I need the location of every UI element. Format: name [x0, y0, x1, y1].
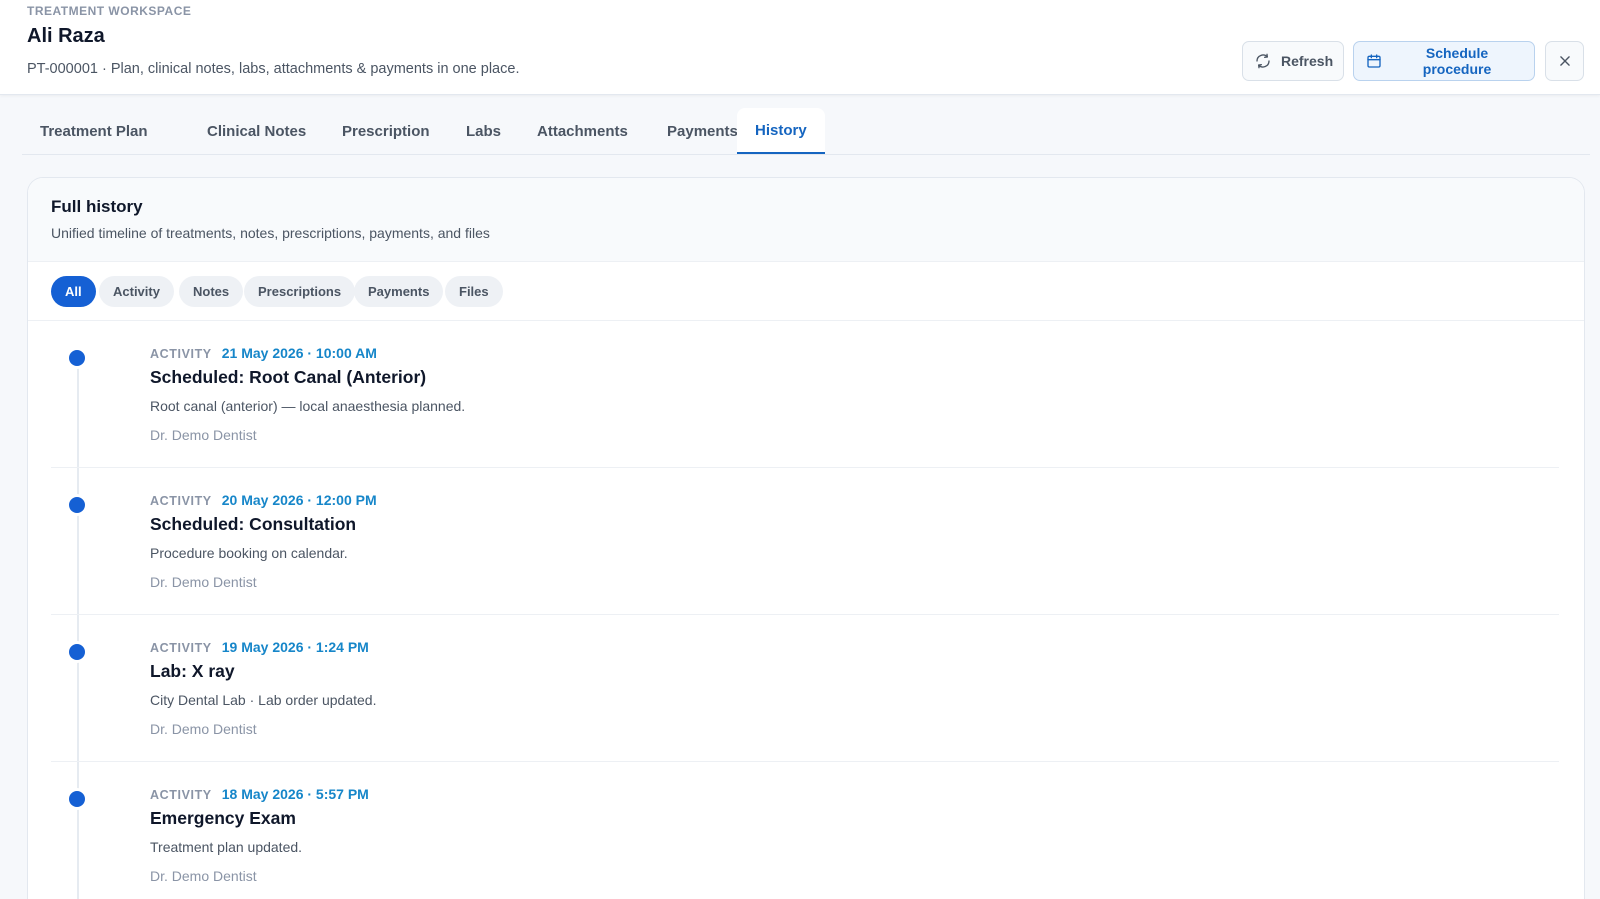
- schedule-procedure-button[interactable]: Schedule procedure: [1353, 41, 1535, 81]
- history-card-header: Full history Unified timeline of treatme…: [28, 178, 1584, 262]
- entry-kind: ACTIVITY: [150, 347, 212, 361]
- entry-timestamp: 21 May 2026 · 10:00 AM: [221, 345, 377, 361]
- filter-chip-notes[interactable]: Notes: [179, 276, 244, 307]
- refresh-icon: [1255, 53, 1271, 69]
- entry-kind: ACTIVITY: [150, 641, 212, 655]
- filter-chip-payments[interactable]: Payments: [354, 276, 444, 307]
- treatment-workspace-page: TREATMENT WORKSPACE Ali Raza PT-000001 ·…: [0, 0, 1600, 899]
- tab-prescription[interactable]: Prescription: [324, 108, 448, 154]
- entry-timestamp: 18 May 2026 · 5:57 PM: [221, 786, 369, 802]
- tab-treatment-plan[interactable]: Treatment Plan: [22, 108, 166, 154]
- entry-description: City Dental Lab · Lab order updated.: [150, 692, 377, 708]
- entry-author: Dr. Demo Dentist: [150, 868, 257, 884]
- timeline-entry[interactable]: ACTIVITY 18 May 2026 · 5:57 PM Emergency…: [51, 762, 1559, 899]
- entry-meta: ACTIVITY 21 May 2026 · 10:00 AM: [150, 345, 377, 361]
- history-timeline: ACTIVITY 21 May 2026 · 10:00 AM Schedule…: [28, 321, 1584, 899]
- entry-author: Dr. Demo Dentist: [150, 574, 257, 590]
- refresh-button[interactable]: Refresh: [1242, 41, 1344, 81]
- filter-chip-files[interactable]: Files: [445, 276, 503, 307]
- entry-meta: ACTIVITY 18 May 2026 · 5:57 PM: [150, 786, 369, 802]
- entry-kind: ACTIVITY: [150, 788, 212, 802]
- history-card: Full history Unified timeline of treatme…: [27, 177, 1585, 899]
- timeline-entry[interactable]: ACTIVITY 20 May 2026 · 12:00 PM Schedule…: [51, 468, 1559, 615]
- entry-title: Scheduled: Root Canal (Anterior): [150, 367, 427, 387]
- entry-description: Root canal (anterior) — local anaesthesi…: [150, 398, 466, 414]
- timeline-entry[interactable]: ACTIVITY 19 May 2026 · 1:24 PM Lab: X ra…: [51, 615, 1559, 762]
- timeline-dot: [69, 791, 85, 807]
- close-icon: [1558, 54, 1572, 68]
- tab-labs[interactable]: Labs: [448, 108, 519, 154]
- workspace-eyebrow: TREATMENT WORKSPACE: [27, 4, 192, 18]
- tab-clinical-notes[interactable]: Clinical Notes: [189, 108, 324, 154]
- filter-chip-all[interactable]: All: [51, 276, 96, 307]
- entry-description: Treatment plan updated.: [150, 839, 303, 855]
- entry-timestamp: 20 May 2026 · 12:00 PM: [221, 492, 377, 508]
- filter-chip-prescriptions[interactable]: Prescriptions: [244, 276, 356, 307]
- entry-description: Procedure booking on calendar.: [150, 545, 348, 561]
- entry-meta: ACTIVITY 19 May 2026 · 1:24 PM: [150, 639, 369, 655]
- timeline-dot: [69, 644, 85, 660]
- timeline-entry[interactable]: ACTIVITY 21 May 2026 · 10:00 AM Schedule…: [51, 321, 1559, 468]
- calendar-icon: [1366, 53, 1382, 69]
- schedule-procedure-label: Schedule procedure: [1422, 45, 1492, 77]
- entry-title: Lab: X ray: [150, 661, 235, 681]
- entry-author: Dr. Demo Dentist: [150, 721, 257, 737]
- entry-kind: ACTIVITY: [150, 494, 212, 508]
- timeline-dot: [69, 497, 85, 513]
- patient-subtitle: PT-000001 · Plan, clinical notes, labs, …: [27, 61, 520, 77]
- tab-history[interactable]: History: [737, 108, 825, 154]
- close-button[interactable]: [1545, 41, 1584, 81]
- entry-author: Dr. Demo Dentist: [150, 427, 257, 443]
- patient-name: Ali Raza: [27, 25, 105, 47]
- entry-timestamp: 19 May 2026 · 1:24 PM: [221, 639, 369, 655]
- history-subtitle: Unified timeline of treatments, notes, p…: [51, 225, 490, 241]
- timeline-dot: [69, 350, 85, 366]
- entry-title: Emergency Exam: [150, 808, 296, 828]
- workspace-header: TREATMENT WORKSPACE Ali Raza PT-000001 ·…: [0, 0, 1600, 95]
- entry-title: Scheduled: Consultation: [150, 514, 357, 534]
- filter-chip-activity[interactable]: Activity: [99, 276, 174, 307]
- refresh-label: Refresh: [1281, 53, 1334, 69]
- workspace-tabs: Treatment Plan Clinical Notes Prescripti…: [22, 108, 1590, 155]
- history-filters: All Activity Notes Prescriptions Payment…: [28, 262, 1584, 321]
- entry-meta: ACTIVITY 20 May 2026 · 12:00 PM: [150, 492, 377, 508]
- tab-attachments[interactable]: Attachments: [519, 108, 646, 154]
- history-title: Full history: [51, 197, 143, 216]
